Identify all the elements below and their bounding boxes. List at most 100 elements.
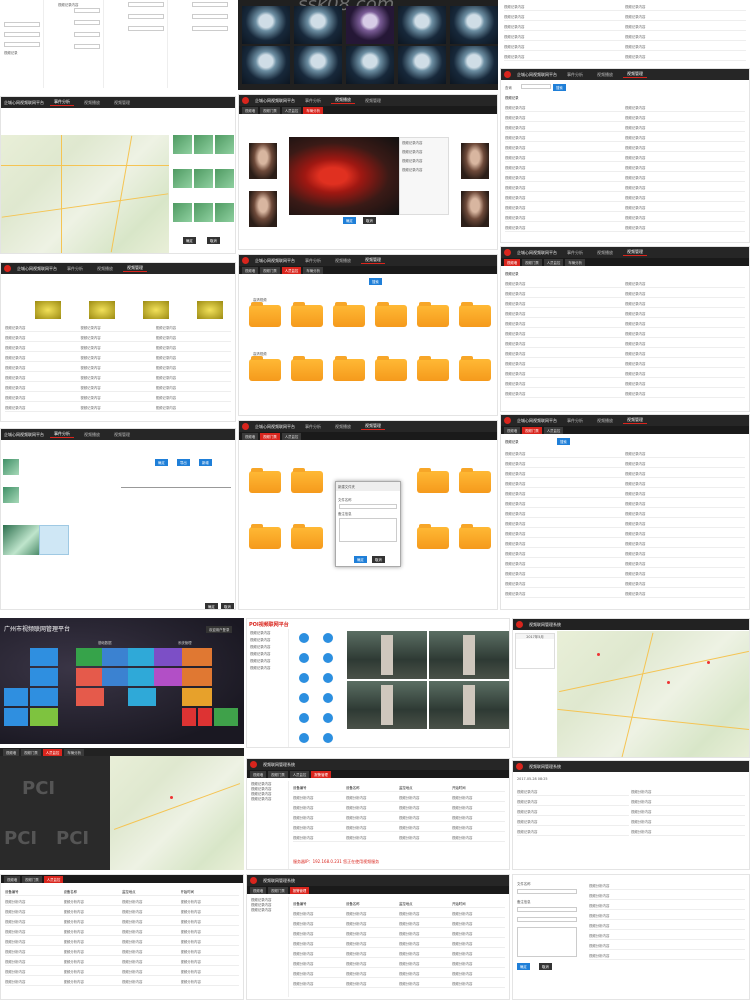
photo-thumb[interactable] — [3, 459, 19, 475]
tree-item[interactable]: 视频记录内容 — [251, 796, 288, 801]
thumbnail[interactable] — [294, 6, 342, 44]
metro-tile[interactable] — [182, 708, 196, 726]
thumbnail[interactable] — [450, 6, 498, 44]
tab-manage[interactable]: 视频管理 — [361, 423, 385, 430]
folder-icon[interactable] — [249, 468, 281, 493]
tab-events[interactable]: 事件分析 — [50, 431, 74, 438]
tab-manage[interactable]: 视频管理 — [623, 71, 647, 78]
tab-video[interactable]: 视频播放 — [80, 432, 104, 438]
nav-item[interactable]: 视频墙 — [3, 748, 20, 756]
thumbnail[interactable] — [215, 169, 234, 188]
nav-item[interactable]: 视频墙 — [242, 432, 259, 440]
thumbnail[interactable] — [173, 135, 192, 154]
form-input[interactable] — [4, 22, 40, 27]
nav-item[interactable]: 人员监控 — [281, 106, 302, 114]
folder-icon[interactable] — [291, 468, 323, 493]
nav-item[interactable]: 人员监控 — [281, 432, 302, 440]
metro-tile[interactable] — [102, 668, 130, 686]
folder-icon[interactable] — [249, 524, 281, 549]
tab-manage[interactable]: 视频管理 — [123, 265, 147, 272]
nav-item[interactable]: 车辆分析 — [565, 258, 585, 266]
microphone-icon[interactable] — [323, 733, 333, 743]
map-pin-icon[interactable] — [597, 653, 600, 656]
image-thumb[interactable] — [197, 301, 223, 319]
thumbnail[interactable] — [215, 203, 234, 222]
face-thumbnail[interactable] — [249, 143, 277, 179]
form-input[interactable] — [74, 44, 100, 49]
folder-icon[interactable] — [291, 524, 323, 549]
form-input[interactable] — [192, 2, 228, 7]
tree-item[interactable]: 视频记录内容 — [249, 657, 288, 664]
metro-tile[interactable] — [30, 648, 58, 666]
folder-icon[interactable] — [375, 356, 407, 381]
thumbnail[interactable] — [173, 169, 192, 188]
metro-tile[interactable] — [76, 648, 104, 666]
microphone-icon[interactable] — [299, 693, 309, 703]
form-input[interactable] — [74, 20, 100, 25]
cctv-feed[interactable] — [347, 631, 427, 679]
nav-item[interactable]: 人员监控 — [281, 266, 302, 274]
confirm-button[interactable]: 确定 — [155, 459, 168, 466]
tab-events[interactable]: 事件分析 — [563, 250, 587, 256]
thumbnail[interactable] — [294, 46, 342, 84]
face-thumbnail[interactable] — [461, 143, 489, 179]
nav-item[interactable]: 人员监控 — [43, 875, 64, 883]
form-input[interactable] — [4, 42, 40, 47]
nav-item[interactable]: 视频门禁 — [522, 426, 542, 434]
metro-tile[interactable] — [128, 668, 156, 686]
cancel-button[interactable]: 取消 — [221, 603, 234, 609]
cancel-button[interactable]: 取消 — [363, 217, 376, 224]
search-button[interactable]: 搜索 — [557, 438, 570, 445]
metro-tile[interactable] — [30, 708, 58, 726]
form-input[interactable] — [128, 14, 164, 19]
tab-events[interactable]: 事件分析 — [50, 99, 74, 106]
metro-tile[interactable] — [214, 708, 238, 726]
tab-video[interactable]: 视频播放 — [593, 72, 617, 78]
metro-tile[interactable] — [182, 648, 212, 666]
thumbnail[interactable] — [194, 203, 213, 222]
city-map[interactable] — [110, 756, 244, 870]
microphone-icon[interactable] — [299, 673, 309, 683]
metro-tile[interactable] — [128, 688, 156, 706]
confirm-button[interactable]: 确定 — [205, 603, 218, 609]
microphone-icon[interactable] — [299, 633, 309, 643]
metro-tile[interactable] — [182, 688, 212, 706]
folder-icon[interactable] — [417, 356, 449, 381]
metro-tile[interactable] — [154, 668, 182, 686]
form-input[interactable] — [128, 26, 164, 31]
confirm-button[interactable]: 确定 — [343, 217, 356, 224]
form-input[interactable] — [74, 8, 100, 13]
nav-item[interactable]: 人员监控 — [543, 426, 564, 434]
nav-item[interactable]: 人员监控 — [42, 748, 63, 756]
video-frame[interactable] — [289, 137, 399, 215]
image-thumb[interactable] — [143, 301, 169, 319]
search-button[interactable]: 搜索 — [553, 84, 566, 91]
folder-icon[interactable] — [417, 468, 449, 493]
nav-item[interactable]: 视频墙 — [504, 426, 521, 434]
nav-item[interactable]: 车辆分析 — [303, 106, 323, 114]
city-map[interactable] — [1, 135, 169, 253]
microphone-icon[interactable] — [299, 653, 309, 663]
search-button[interactable]: 搜索 — [369, 278, 382, 285]
metro-tile[interactable] — [182, 668, 212, 686]
metro-tile[interactable] — [198, 708, 212, 726]
tab-events[interactable]: 事件分析 — [301, 98, 325, 104]
folder-icon[interactable] — [459, 302, 491, 327]
thumbnail[interactable] — [173, 203, 192, 222]
folder-icon[interactable] — [291, 356, 323, 381]
nav-item[interactable]: 视频门禁 — [522, 258, 542, 266]
nav-item[interactable]: 报警管理 — [311, 770, 331, 778]
folder-icon[interactable] — [291, 302, 323, 327]
microphone-icon[interactable] — [323, 693, 333, 703]
thumbnail[interactable] — [215, 135, 234, 154]
map-pin-icon[interactable] — [667, 681, 670, 684]
nav-item[interactable]: 视频墙 — [242, 106, 259, 114]
tree-item[interactable]: 视频记录内容 — [251, 907, 288, 912]
tab-manage[interactable]: 视频管理 — [623, 249, 647, 256]
photo-thumb[interactable] — [3, 487, 19, 503]
tab-events[interactable]: 事件分析 — [301, 258, 325, 264]
thumbnail[interactable] — [194, 169, 213, 188]
folder-icon[interactable] — [375, 302, 407, 327]
confirm-button[interactable]: 确定 — [183, 237, 196, 244]
nav-item[interactable]: 视频门禁 — [22, 875, 42, 883]
